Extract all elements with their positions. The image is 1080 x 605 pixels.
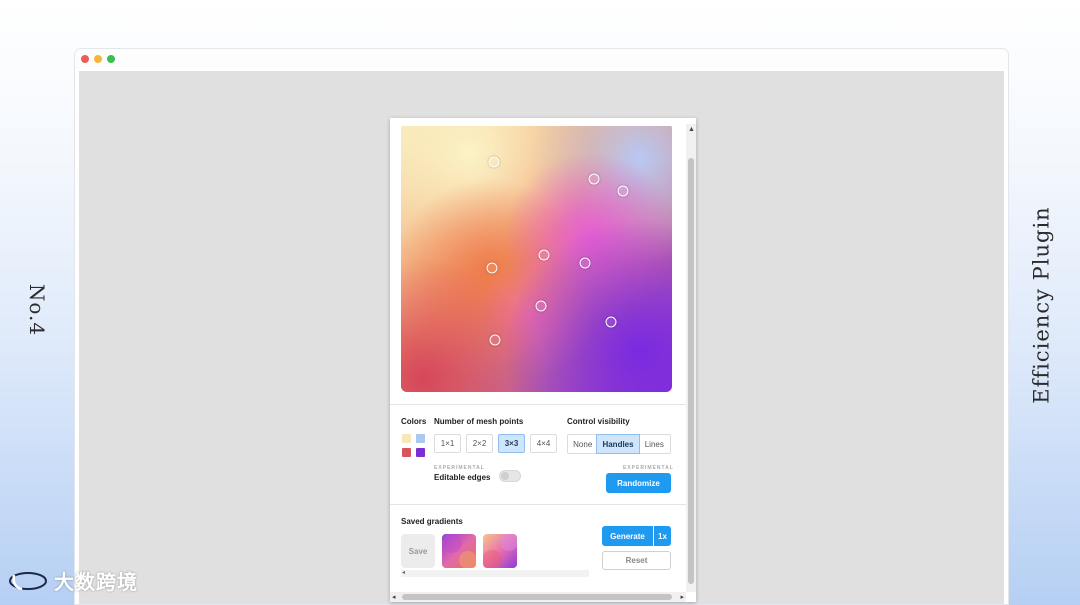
mesh-handle[interactable] [535,300,547,312]
horizontal-scrollbar[interactable]: ◂ ▸ [390,592,686,602]
watermark-text: 大数跨境 [54,570,138,594]
gradient-preview[interactable] [401,126,672,392]
side-label-left-text: No.4 [25,283,49,337]
save-gradient-button[interactable]: Save [401,534,435,568]
visibility-option-handles[interactable]: Handles [596,434,640,454]
editable-edges-label: Editable edges [434,473,491,482]
mesh-points-label: Number of mesh points [434,417,524,426]
editable-edges-toggle[interactable] [499,470,521,482]
color-swatch-2[interactable] [416,434,425,443]
mesh-handle[interactable] [579,257,591,269]
side-label-left: No.4 [22,250,52,370]
mesh-handle[interactable] [538,249,550,261]
mesh-handle[interactable] [588,173,600,185]
toggle-knob [501,472,509,480]
mesh-gradient-plugin-panel: Colors Number of mesh points 1×1 2×2 3×3… [390,118,696,602]
saved-gradients-label: Saved gradients [401,517,463,526]
side-label-right-text: Efficiency Plugin [1030,206,1055,404]
scroll-left-icon[interactable]: ◂ [402,569,405,576]
saved-gradient-thumbnail-2[interactable] [483,534,517,568]
mesh-option-3x3[interactable]: 3×3 [498,434,525,453]
maximize-window-button[interactable] [107,55,115,63]
visibility-option-none[interactable]: None [568,435,597,453]
mesh-option-4x4[interactable]: 4×4 [530,434,557,453]
color-swatch-1[interactable] [402,434,411,443]
reset-button[interactable]: Reset [602,551,671,570]
experimental-tag-right: EXPERIMENTAL [623,465,674,471]
control-visibility-label: Control visibility [567,417,630,426]
section-divider [390,504,686,505]
mesh-handle[interactable] [486,262,498,274]
experimental-tag-left: EXPERIMENTAL [434,465,485,471]
mesh-handle[interactable] [488,156,500,168]
generate-multiplier-button[interactable]: 1x [654,526,671,546]
minimize-window-button[interactable] [94,55,102,63]
color-swatch-3[interactable] [402,448,411,457]
side-label-right: Efficiency Plugin [1022,200,1062,410]
title-bar [75,49,1008,69]
gradient-preview-image [401,126,672,392]
randomize-button[interactable]: Randomize [606,473,671,493]
visibility-option-lines[interactable]: Lines [639,435,670,453]
saved-gradient-image-1 [442,534,476,568]
mesh-handle[interactable] [605,316,617,328]
mesh-handle[interactable] [617,185,629,197]
section-divider [390,404,686,405]
vertical-scrollbar[interactable]: ▲ [686,124,696,592]
colors-label: Colors [401,417,427,426]
horizontal-scroll-thumb[interactable] [402,594,672,600]
watermark: 大数跨境 [8,566,138,595]
scroll-right-icon[interactable]: ▸ [680,593,684,601]
mesh-option-1x1[interactable]: 1×1 [434,434,461,453]
scroll-up-icon[interactable]: ▲ [688,126,695,133]
scroll-left-icon[interactable]: ◂ [392,593,396,601]
close-window-button[interactable] [81,55,89,63]
visibility-segmented-control: None Handles Lines [567,434,671,454]
watermark-logo-icon [8,567,48,595]
saved-gradient-thumbnail-1[interactable] [442,534,476,568]
generate-button[interactable]: Generate [602,526,653,546]
vertical-scroll-thumb[interactable] [688,158,694,584]
color-swatch-4[interactable] [416,448,425,457]
saved-gradient-image-2 [483,534,517,568]
mesh-handle[interactable] [489,334,501,346]
mesh-option-2x2[interactable]: 2×2 [466,434,493,453]
saved-gradients-scrollbar[interactable]: ◂ [401,570,589,577]
